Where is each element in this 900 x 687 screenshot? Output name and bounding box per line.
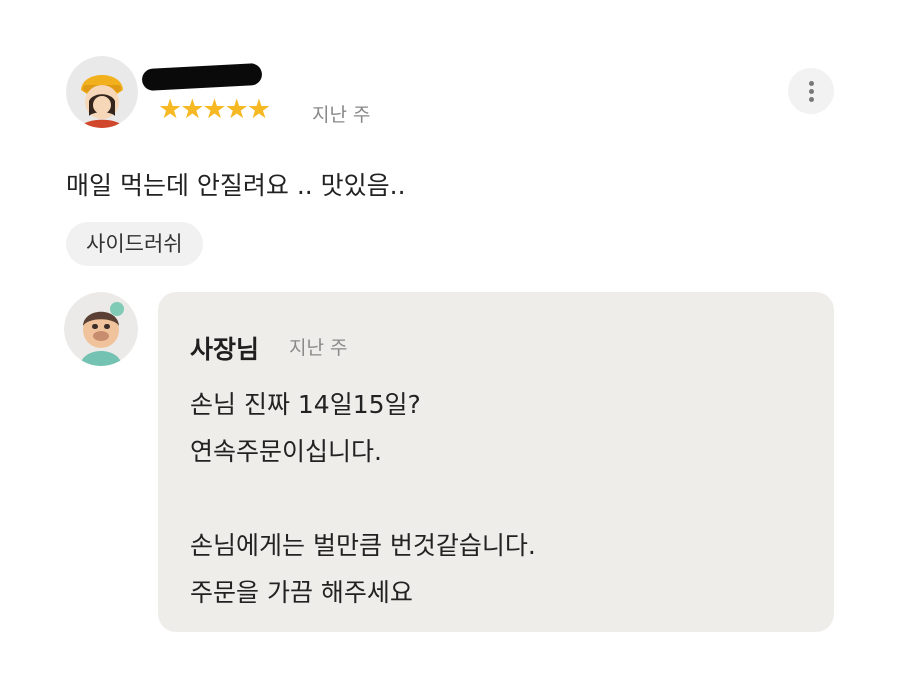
reply-line-5: 주문을 가끔 해주세요 — [190, 578, 413, 607]
redacted-reviewer-name — [141, 62, 263, 92]
more-vertical-icon-dot-2 — [809, 89, 814, 94]
review-text: 매일 먹는데 안질려요 .. 맛있음.. — [66, 171, 406, 200]
menu-tag[interactable]: 사이드러쉬 — [66, 222, 203, 266]
reply-time: 지난 주 — [289, 337, 348, 359]
more-vertical-icon-dot-3 — [809, 97, 814, 102]
reply-line-4: 손님에게는 벌만큼 번것같습니다. — [190, 531, 536, 560]
owner-avatar-image — [64, 292, 138, 366]
more-vertical-icon-dot-1 — [809, 81, 814, 86]
star-rating: ★★★★★ — [158, 94, 271, 125]
reply-line-1: 손님 진짜 14일15일? — [190, 390, 421, 419]
reply-line-2: 연속주문이십니다. — [190, 437, 382, 466]
more-options-button[interactable] — [788, 68, 834, 114]
review-time: 지난 주 — [312, 104, 371, 126]
owner-avatar — [64, 292, 138, 366]
reviewer-avatar-image — [66, 56, 138, 128]
owner-name: 사장님 — [190, 335, 260, 364]
reviewer-avatar[interactable] — [66, 56, 138, 128]
